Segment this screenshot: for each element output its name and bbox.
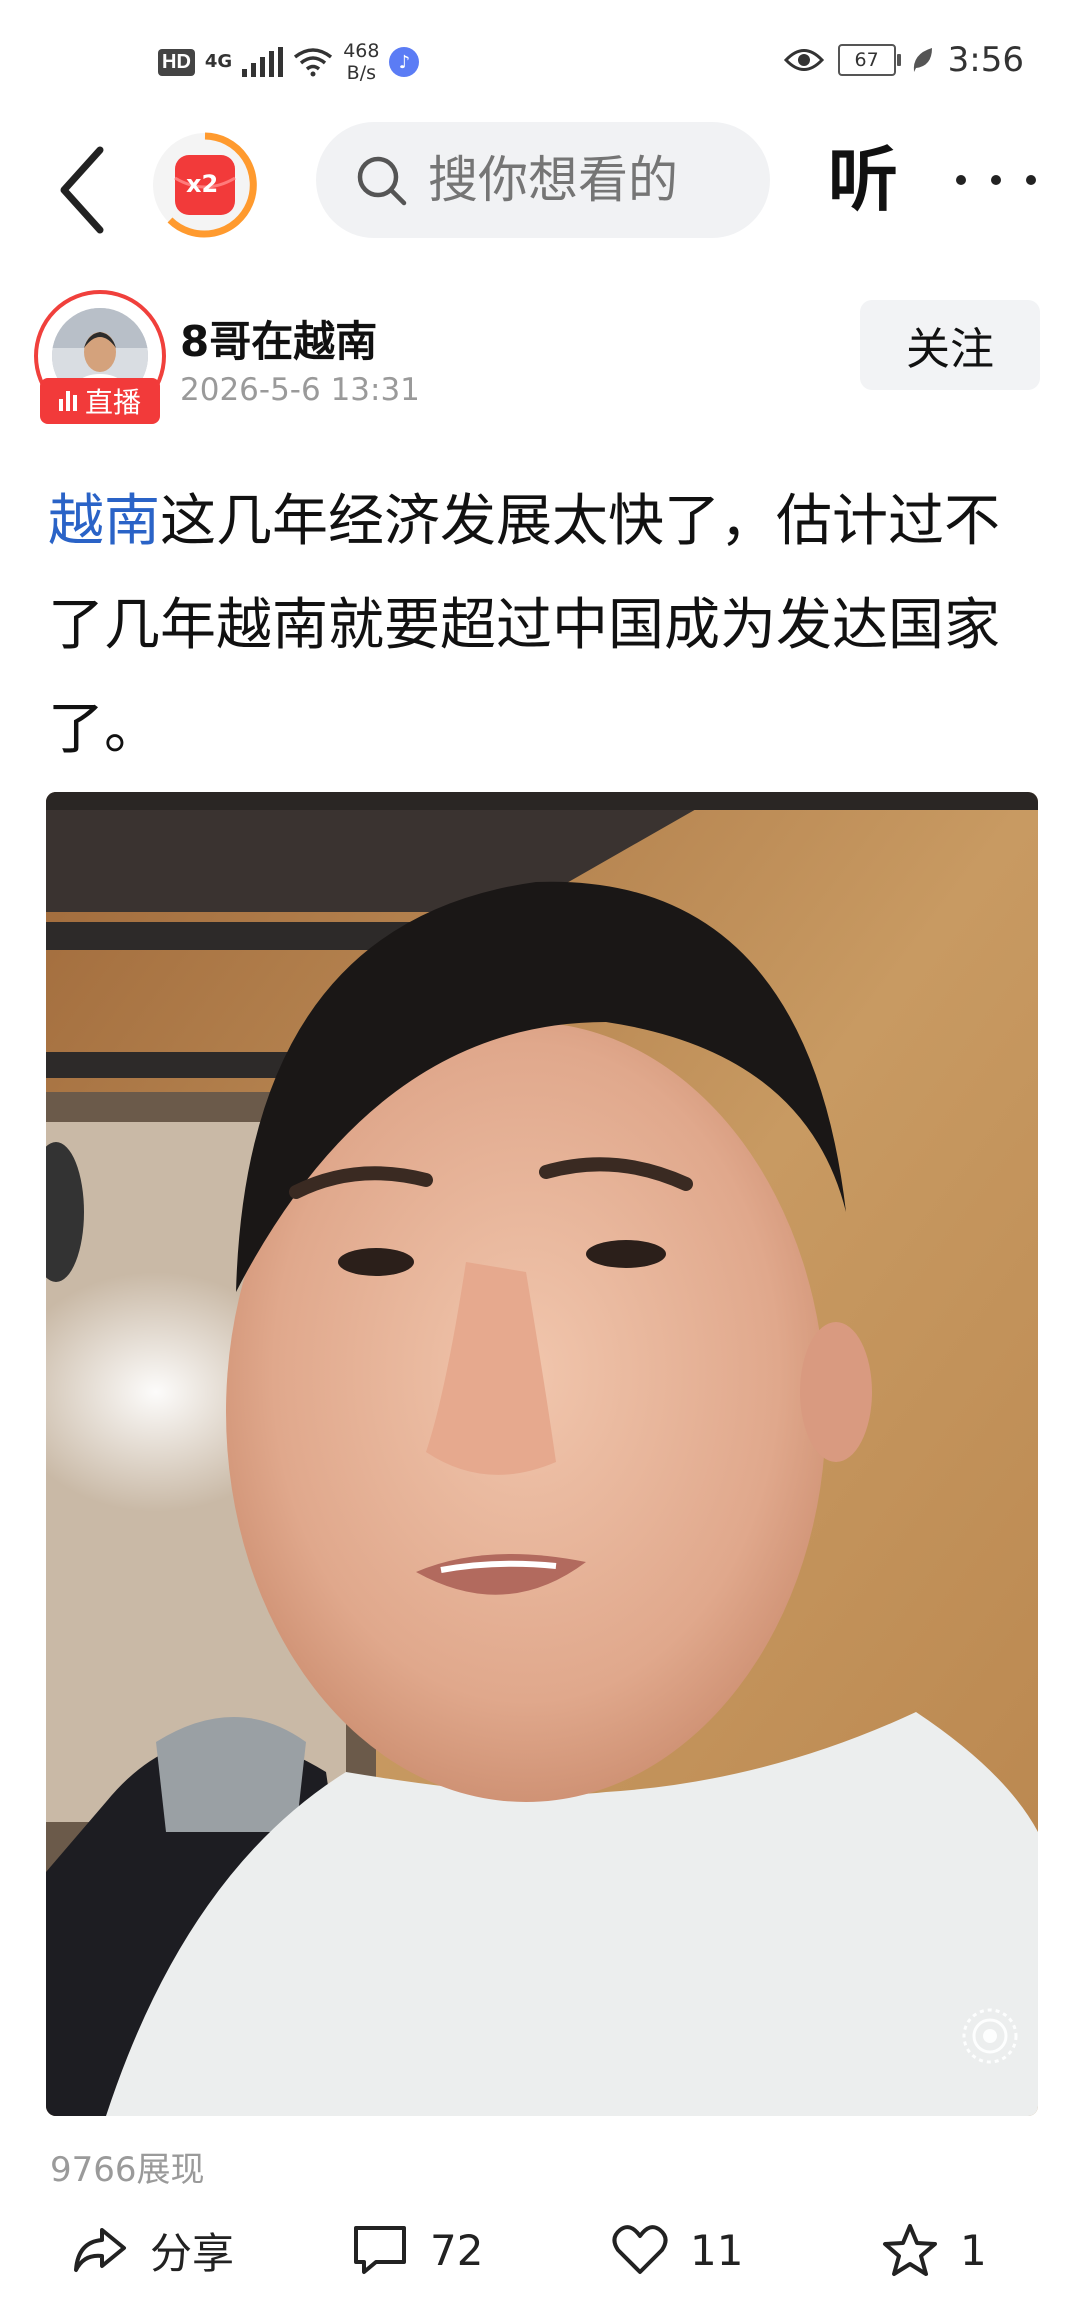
leaf-icon bbox=[913, 48, 932, 72]
listen-button[interactable]: 听 bbox=[828, 140, 898, 220]
action-bar: 分享 72 11 1 bbox=[0, 2190, 1080, 2310]
selfie-photo bbox=[46, 792, 1038, 2116]
hd-badge: HD bbox=[158, 48, 195, 76]
comment-icon bbox=[354, 2226, 406, 2274]
net-speed-unit: B/s bbox=[346, 62, 376, 84]
dot-icon bbox=[991, 175, 1001, 185]
back-arrow-icon[interactable] bbox=[50, 140, 120, 240]
eye-icon bbox=[783, 49, 824, 71]
live-photo-icon[interactable] bbox=[960, 2006, 1020, 2066]
status-right: 67 3:56 bbox=[783, 40, 1024, 80]
heart-icon bbox=[612, 2225, 668, 2274]
post-time: 2026-5-6 13:31 bbox=[180, 372, 420, 408]
status-bar: HD 4G 468 B/s ♪ 67 3:56 bbox=[0, 0, 1080, 120]
like-button[interactable]: 11 bbox=[612, 2190, 743, 2310]
star-icon bbox=[883, 2224, 937, 2276]
dot-icon bbox=[1026, 175, 1036, 185]
share-icon bbox=[74, 2228, 126, 2272]
favorite-button[interactable]: 1 bbox=[882, 2190, 987, 2310]
share-label: 分享 bbox=[150, 2228, 235, 2278]
topic-link[interactable]: 越南 bbox=[48, 489, 160, 554]
favorite-count: 1 bbox=[960, 2225, 987, 2275]
music-icon: ♪ bbox=[389, 47, 420, 77]
network-type: 4G bbox=[204, 51, 233, 72]
reward-badge[interactable]: x2 bbox=[150, 130, 260, 244]
comment-count: 72 bbox=[430, 2225, 484, 2275]
net-speed: 468 B/s bbox=[343, 40, 379, 84]
follow-button[interactable]: 关注 bbox=[860, 300, 1040, 390]
author-name[interactable]: 8哥在越南 bbox=[180, 308, 377, 369]
dot-icon bbox=[956, 175, 966, 185]
like-count: 11 bbox=[690, 2225, 744, 2275]
clock: 3:56 bbox=[947, 40, 1024, 80]
status-left: HD 4G 468 B/s ♪ bbox=[158, 40, 420, 84]
search-bar[interactable] bbox=[316, 122, 770, 238]
search-input[interactable] bbox=[426, 150, 750, 210]
net-speed-value: 468 bbox=[343, 40, 380, 62]
battery-level: 67 bbox=[854, 49, 879, 71]
battery-icon: 67 bbox=[837, 44, 901, 76]
post-text: 越南这几年经济发展太快了，估计过不了几年越南就要超过中国成为发达国家了。 bbox=[48, 470, 1038, 782]
post-body: 这几年经济发展太快了，估计过不了几年越南就要超过中国成为发达国家了。 bbox=[48, 489, 1000, 762]
comment-button[interactable]: 72 bbox=[352, 2190, 483, 2310]
search-icon bbox=[357, 156, 407, 206]
live-badge[interactable]: 直播 bbox=[40, 378, 160, 424]
more-menu-button[interactable] bbox=[956, 150, 1036, 210]
signal-icon bbox=[242, 47, 284, 77]
live-label: 直播 bbox=[84, 386, 141, 419]
badge-multiplier: x2 bbox=[186, 170, 219, 198]
share-button[interactable]: 分享 bbox=[72, 2190, 234, 2310]
post-image[interactable] bbox=[46, 792, 1038, 2116]
live-bars-icon bbox=[58, 391, 77, 411]
wifi-icon bbox=[294, 48, 333, 77]
view-count: 9766展现 bbox=[50, 2150, 205, 2190]
